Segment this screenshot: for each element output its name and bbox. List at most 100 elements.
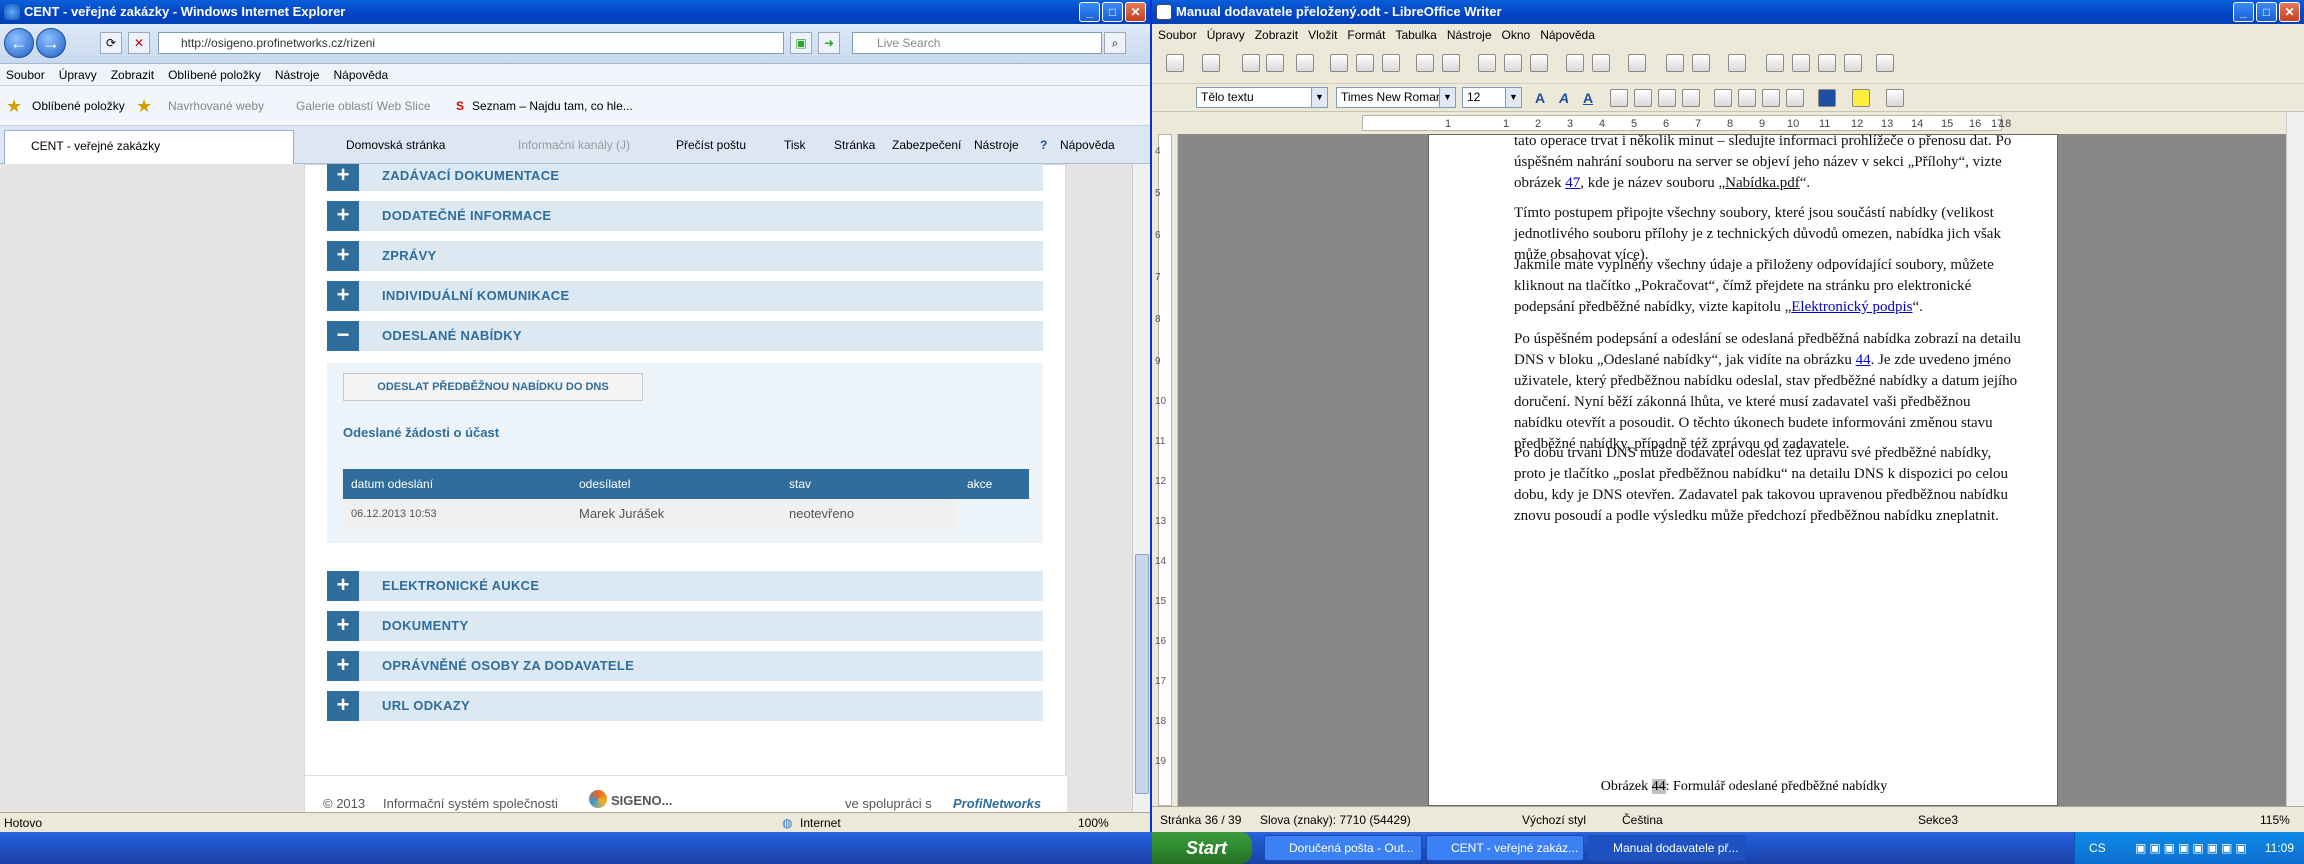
section-messages[interactable]: + ZPRÁVY [327, 241, 1043, 271]
collapse-icon[interactable]: − [327, 321, 359, 351]
web-slice-link[interactable]: Galerie oblastí Web Slice [296, 96, 431, 116]
background-color-icon[interactable] [1886, 89, 1904, 107]
menu-file[interactable]: Soubor [1158, 24, 1197, 46]
stop-button[interactable]: ✕ [128, 32, 150, 54]
expand-icon[interactable]: + [327, 651, 359, 681]
undo-icon[interactable] [1592, 54, 1610, 72]
horizontal-ruler[interactable]: 1 1 2 3 4 5 6 7 8 9 10 11 12 13 14 15 16… [1152, 112, 2304, 134]
language[interactable]: Čeština [1622, 807, 1663, 832]
save-icon[interactable] [1242, 54, 1260, 72]
help-icon[interactable] [1876, 54, 1894, 72]
menu-insert[interactable]: Vložit [1308, 24, 1337, 46]
vertical-ruler[interactable]: 4 5 6 7 8 9 10 11 12 13 14 15 16 17 18 1… [1152, 134, 1178, 806]
menu-help[interactable]: Nápověda [1540, 24, 1595, 46]
help-menu-button[interactable]: Nápověda [1060, 134, 1115, 156]
copy-icon[interactable] [1504, 54, 1522, 72]
print-icon[interactable] [1356, 54, 1374, 72]
highlight-icon[interactable] [1852, 89, 1870, 107]
section-additional-info[interactable]: + DODATEČNÉ INFORMACE [327, 201, 1043, 231]
justify-icon[interactable] [1682, 89, 1700, 107]
help-icon[interactable]: ? [1040, 134, 1047, 156]
decrease-indent-icon[interactable] [1762, 89, 1780, 107]
paragraph-style-select[interactable]: Tělo textu ▼ [1196, 87, 1328, 108]
language-indicator[interactable]: CS [2089, 832, 2106, 864]
maximize-button[interactable]: □ [2256, 2, 2277, 22]
task-outlook[interactable]: Doručená pošta - Out... [1264, 835, 1422, 861]
bullets-icon[interactable] [1738, 89, 1756, 107]
writer-scrollbar[interactable] [2286, 112, 2304, 806]
task-writer[interactable]: Manual dodavatele př... [1588, 835, 1746, 861]
suggested-sites-link[interactable]: Navrhované weby [168, 96, 264, 116]
email-icon[interactable] [1266, 54, 1284, 72]
table-icon[interactable] [1692, 54, 1710, 72]
zoom-level[interactable]: 115% [2260, 807, 2290, 832]
section-e-auctions[interactable]: + ELEKTRONICKÉ AUKCE [327, 571, 1043, 601]
sigeno-logo[interactable]: SIGENO... [611, 791, 672, 811]
section-url-links[interactable]: + URL ODKAZY [327, 691, 1043, 721]
menu-table[interactable]: Tabulka [1395, 24, 1436, 46]
menu-tools[interactable]: Nástroje [275, 64, 320, 85]
expand-icon[interactable]: + [327, 571, 359, 601]
section-sent-offers[interactable]: − ODESLANÉ NABÍDKY [327, 321, 1043, 351]
increase-indent-icon[interactable] [1786, 89, 1804, 107]
page-count[interactable]: Stránka 36 / 39 [1160, 807, 1241, 832]
expand-icon[interactable]: + [327, 164, 359, 191]
numbering-icon[interactable] [1714, 89, 1732, 107]
expand-icon[interactable]: + [327, 281, 359, 311]
start-button[interactable]: Start [1152, 832, 1252, 864]
close-button[interactable]: ✕ [1125, 2, 1146, 22]
pdf-export-icon[interactable] [1330, 54, 1348, 72]
chapter-ref-link[interactable]: Elektronický podpis [1791, 299, 1912, 315]
forward-button[interactable]: → [36, 28, 66, 58]
align-right-icon[interactable] [1658, 89, 1676, 107]
tray-icons[interactable]: ▣▣▣▣▣▣▣▣ [2135, 832, 2250, 864]
close-button[interactable]: ✕ [2279, 2, 2300, 22]
search-icon[interactable]: ⌕ [1104, 32, 1126, 54]
favorites-button[interactable]: Oblíbené položky [32, 96, 125, 116]
compat-icon[interactable]: ▣ [790, 32, 812, 54]
scroll-thumb[interactable] [1135, 554, 1149, 794]
print-preview-icon[interactable] [1382, 54, 1400, 72]
spellcheck-icon[interactable] [1416, 54, 1434, 72]
align-left-icon[interactable] [1610, 89, 1628, 107]
expand-icon[interactable]: + [327, 241, 359, 271]
figure-ref-link[interactable]: 47 [1565, 175, 1580, 191]
minimize-button[interactable]: _ [1079, 2, 1100, 22]
new-doc-icon[interactable] [1166, 54, 1184, 72]
feeds-button[interactable]: Informační kanály (J) [518, 134, 630, 156]
safety-menu-button[interactable]: Zabezpečení [892, 134, 961, 156]
font-color-icon[interactable] [1818, 89, 1836, 107]
menu-file[interactable]: Soubor [6, 64, 45, 85]
expand-icon[interactable]: + [327, 691, 359, 721]
underline-icon[interactable]: A [1578, 88, 1598, 108]
page-menu-button[interactable]: Stránka [834, 134, 875, 156]
paste-icon[interactable] [1530, 54, 1548, 72]
edit-mode-icon[interactable] [1296, 54, 1314, 72]
refresh-button[interactable]: ⟳ [100, 32, 122, 54]
font-name-select[interactable]: Times New Roman ▼ [1336, 87, 1456, 108]
menu-view[interactable]: Zobrazit [1255, 24, 1298, 46]
expand-icon[interactable]: + [327, 201, 359, 231]
task-ie[interactable]: CENT - veřejné zakáz... [1426, 835, 1584, 861]
section-individual-communication[interactable]: + INDIVIDUÁLNÍ KOMUNIKACE [327, 281, 1043, 311]
menu-format[interactable]: Formát [1347, 24, 1385, 46]
show-draw-icon[interactable] [1728, 54, 1746, 72]
send-preliminary-offer-button[interactable]: ODESLAT PŘEDBĚŽNOU NABÍDKU DO DNS [343, 373, 643, 401]
autospell-icon[interactable] [1442, 54, 1460, 72]
profinetworks-logo[interactable]: ProfiNetworks [953, 794, 1041, 812]
minimize-button[interactable]: _ [2233, 2, 2254, 22]
section-tender-docs[interactable]: + ZADÁVACÍ DOKUMENTACE [327, 164, 1043, 191]
font-size-select[interactable]: 12 ▼ [1462, 87, 1522, 108]
tools-menu-button[interactable]: Nástroje [974, 134, 1019, 156]
navigator-icon[interactable] [1792, 54, 1810, 72]
home-button[interactable]: Domovská stránka [346, 134, 445, 156]
redo-icon[interactable] [1628, 54, 1646, 72]
clone-format-icon[interactable] [1566, 54, 1584, 72]
gallery-icon[interactable] [1818, 54, 1836, 72]
ie-scrollbar[interactable] [1132, 164, 1150, 812]
page-style[interactable]: Výchozí styl [1522, 807, 1586, 832]
menu-help[interactable]: Nápověda [334, 64, 389, 85]
bold-icon[interactable]: A [1530, 88, 1550, 108]
open-icon[interactable] [1202, 54, 1220, 72]
document-area[interactable]: tato operace trvat i několik minut – sle… [1178, 134, 2286, 806]
